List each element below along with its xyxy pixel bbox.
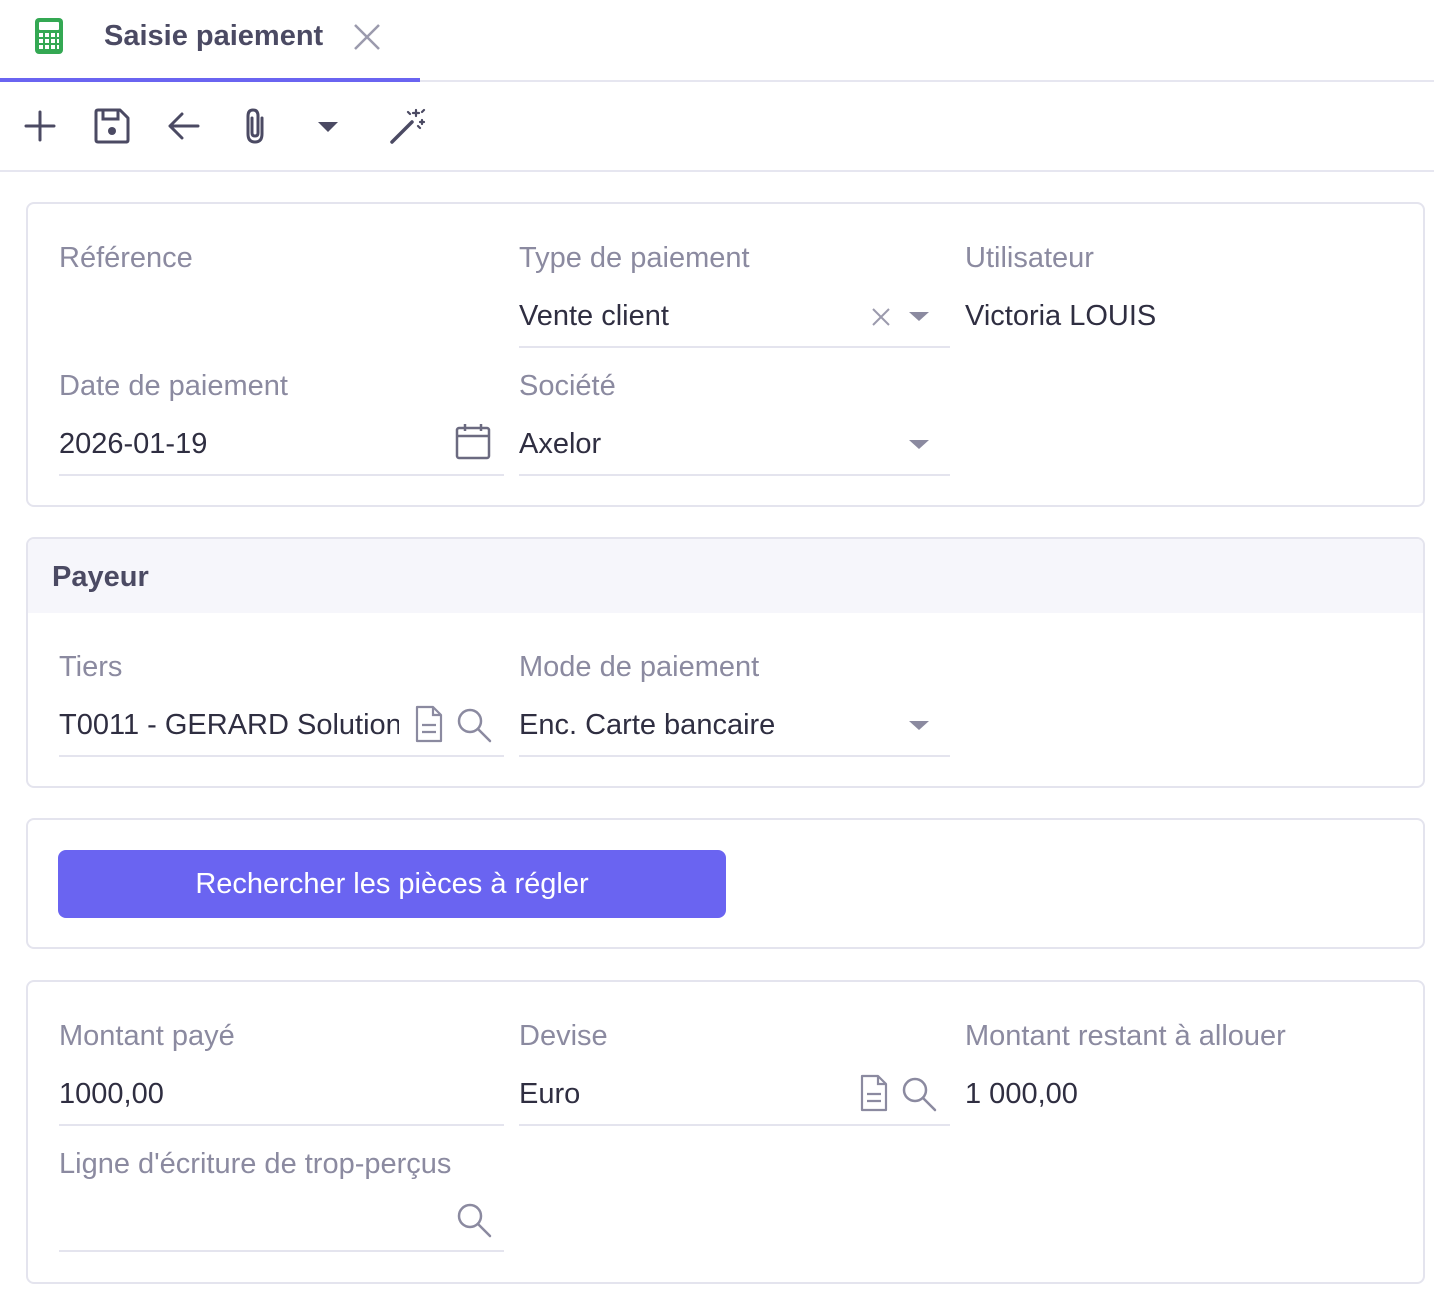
tab-title: Saisie paiement [104, 20, 324, 52]
paid-amount-input[interactable]: 1000,00 [59, 1078, 479, 1111]
toolbar [0, 84, 1434, 172]
close-icon[interactable] [352, 22, 382, 52]
overpaid-line-label: Ligne d'écriture de trop-perçus [59, 1148, 452, 1180]
chevron-down-icon[interactable] [908, 717, 930, 733]
payment-date-underline [59, 474, 504, 476]
amounts-panel: Montant payé 1000,00 Devise Euro Montant… [26, 980, 1425, 1284]
arrow-left-icon[interactable] [164, 106, 204, 146]
payment-type-label: Type de paiement [519, 242, 750, 274]
payment-mode-label: Mode de paiement [519, 651, 760, 683]
search-invoices-button[interactable]: Rechercher les pièces à régler [58, 850, 726, 918]
document-icon[interactable] [414, 705, 444, 743]
payment-mode-underline [519, 755, 950, 757]
clear-icon[interactable] [870, 306, 892, 328]
magic-wand-icon[interactable] [388, 106, 428, 146]
currency-input[interactable]: Euro [519, 1078, 819, 1111]
chevron-down-icon[interactable] [908, 308, 930, 324]
currency-label: Devise [519, 1020, 608, 1052]
search-icon[interactable] [456, 1202, 492, 1238]
payment-type-select[interactable]: Vente client [519, 300, 849, 333]
calculator-icon [35, 18, 63, 54]
user-label: Utilisateur [965, 242, 1094, 274]
actions-panel: Rechercher les pièces à régler [26, 818, 1425, 949]
main-info-panel: Référence Type de paiement Vente client … [26, 202, 1425, 507]
search-icon[interactable] [456, 707, 492, 743]
payer-title: Payeur [52, 561, 149, 593]
document-icon[interactable] [859, 1074, 889, 1112]
partner-label: Tiers [59, 651, 123, 683]
user-value: Victoria LOUIS [965, 300, 1157, 332]
chevron-down-icon[interactable] [908, 436, 930, 452]
payer-header: Payeur [28, 539, 1423, 613]
overpaid-line-underline [59, 1250, 504, 1252]
company-label: Société [519, 370, 616, 402]
payment-date-input[interactable]: 2026-01-19 [59, 428, 439, 461]
paid-amount-label: Montant payé [59, 1020, 235, 1052]
reference-label: Référence [59, 242, 193, 274]
partner-underline [59, 755, 504, 757]
remaining-amount-label: Montant restant à allouer [965, 1020, 1286, 1052]
payment-mode-select[interactable]: Enc. Carte bancaire [519, 709, 889, 742]
currency-underline [519, 1124, 950, 1126]
payment-date-label: Date de paiement [59, 370, 288, 402]
company-underline [519, 474, 950, 476]
tab-saisie-paiement[interactable]: Saisie paiement [0, 0, 420, 82]
paperclip-icon[interactable] [236, 106, 276, 146]
paid-amount-underline [59, 1124, 504, 1126]
save-icon[interactable] [92, 106, 132, 146]
partner-input[interactable]: T0011 - GERARD Solutions [59, 709, 399, 742]
calendar-icon[interactable] [455, 422, 491, 460]
payment-type-underline [519, 346, 950, 348]
search-icon[interactable] [901, 1076, 937, 1112]
tab-bar: Saisie paiement [0, 0, 1434, 82]
caret-down-icon[interactable] [308, 106, 348, 146]
company-select[interactable]: Axelor [519, 428, 889, 461]
plus-icon[interactable] [20, 106, 60, 146]
payer-panel: Payeur Tiers T0011 - GERARD Solutions Mo… [26, 537, 1425, 788]
remaining-amount-value: 1 000,00 [965, 1078, 1078, 1110]
